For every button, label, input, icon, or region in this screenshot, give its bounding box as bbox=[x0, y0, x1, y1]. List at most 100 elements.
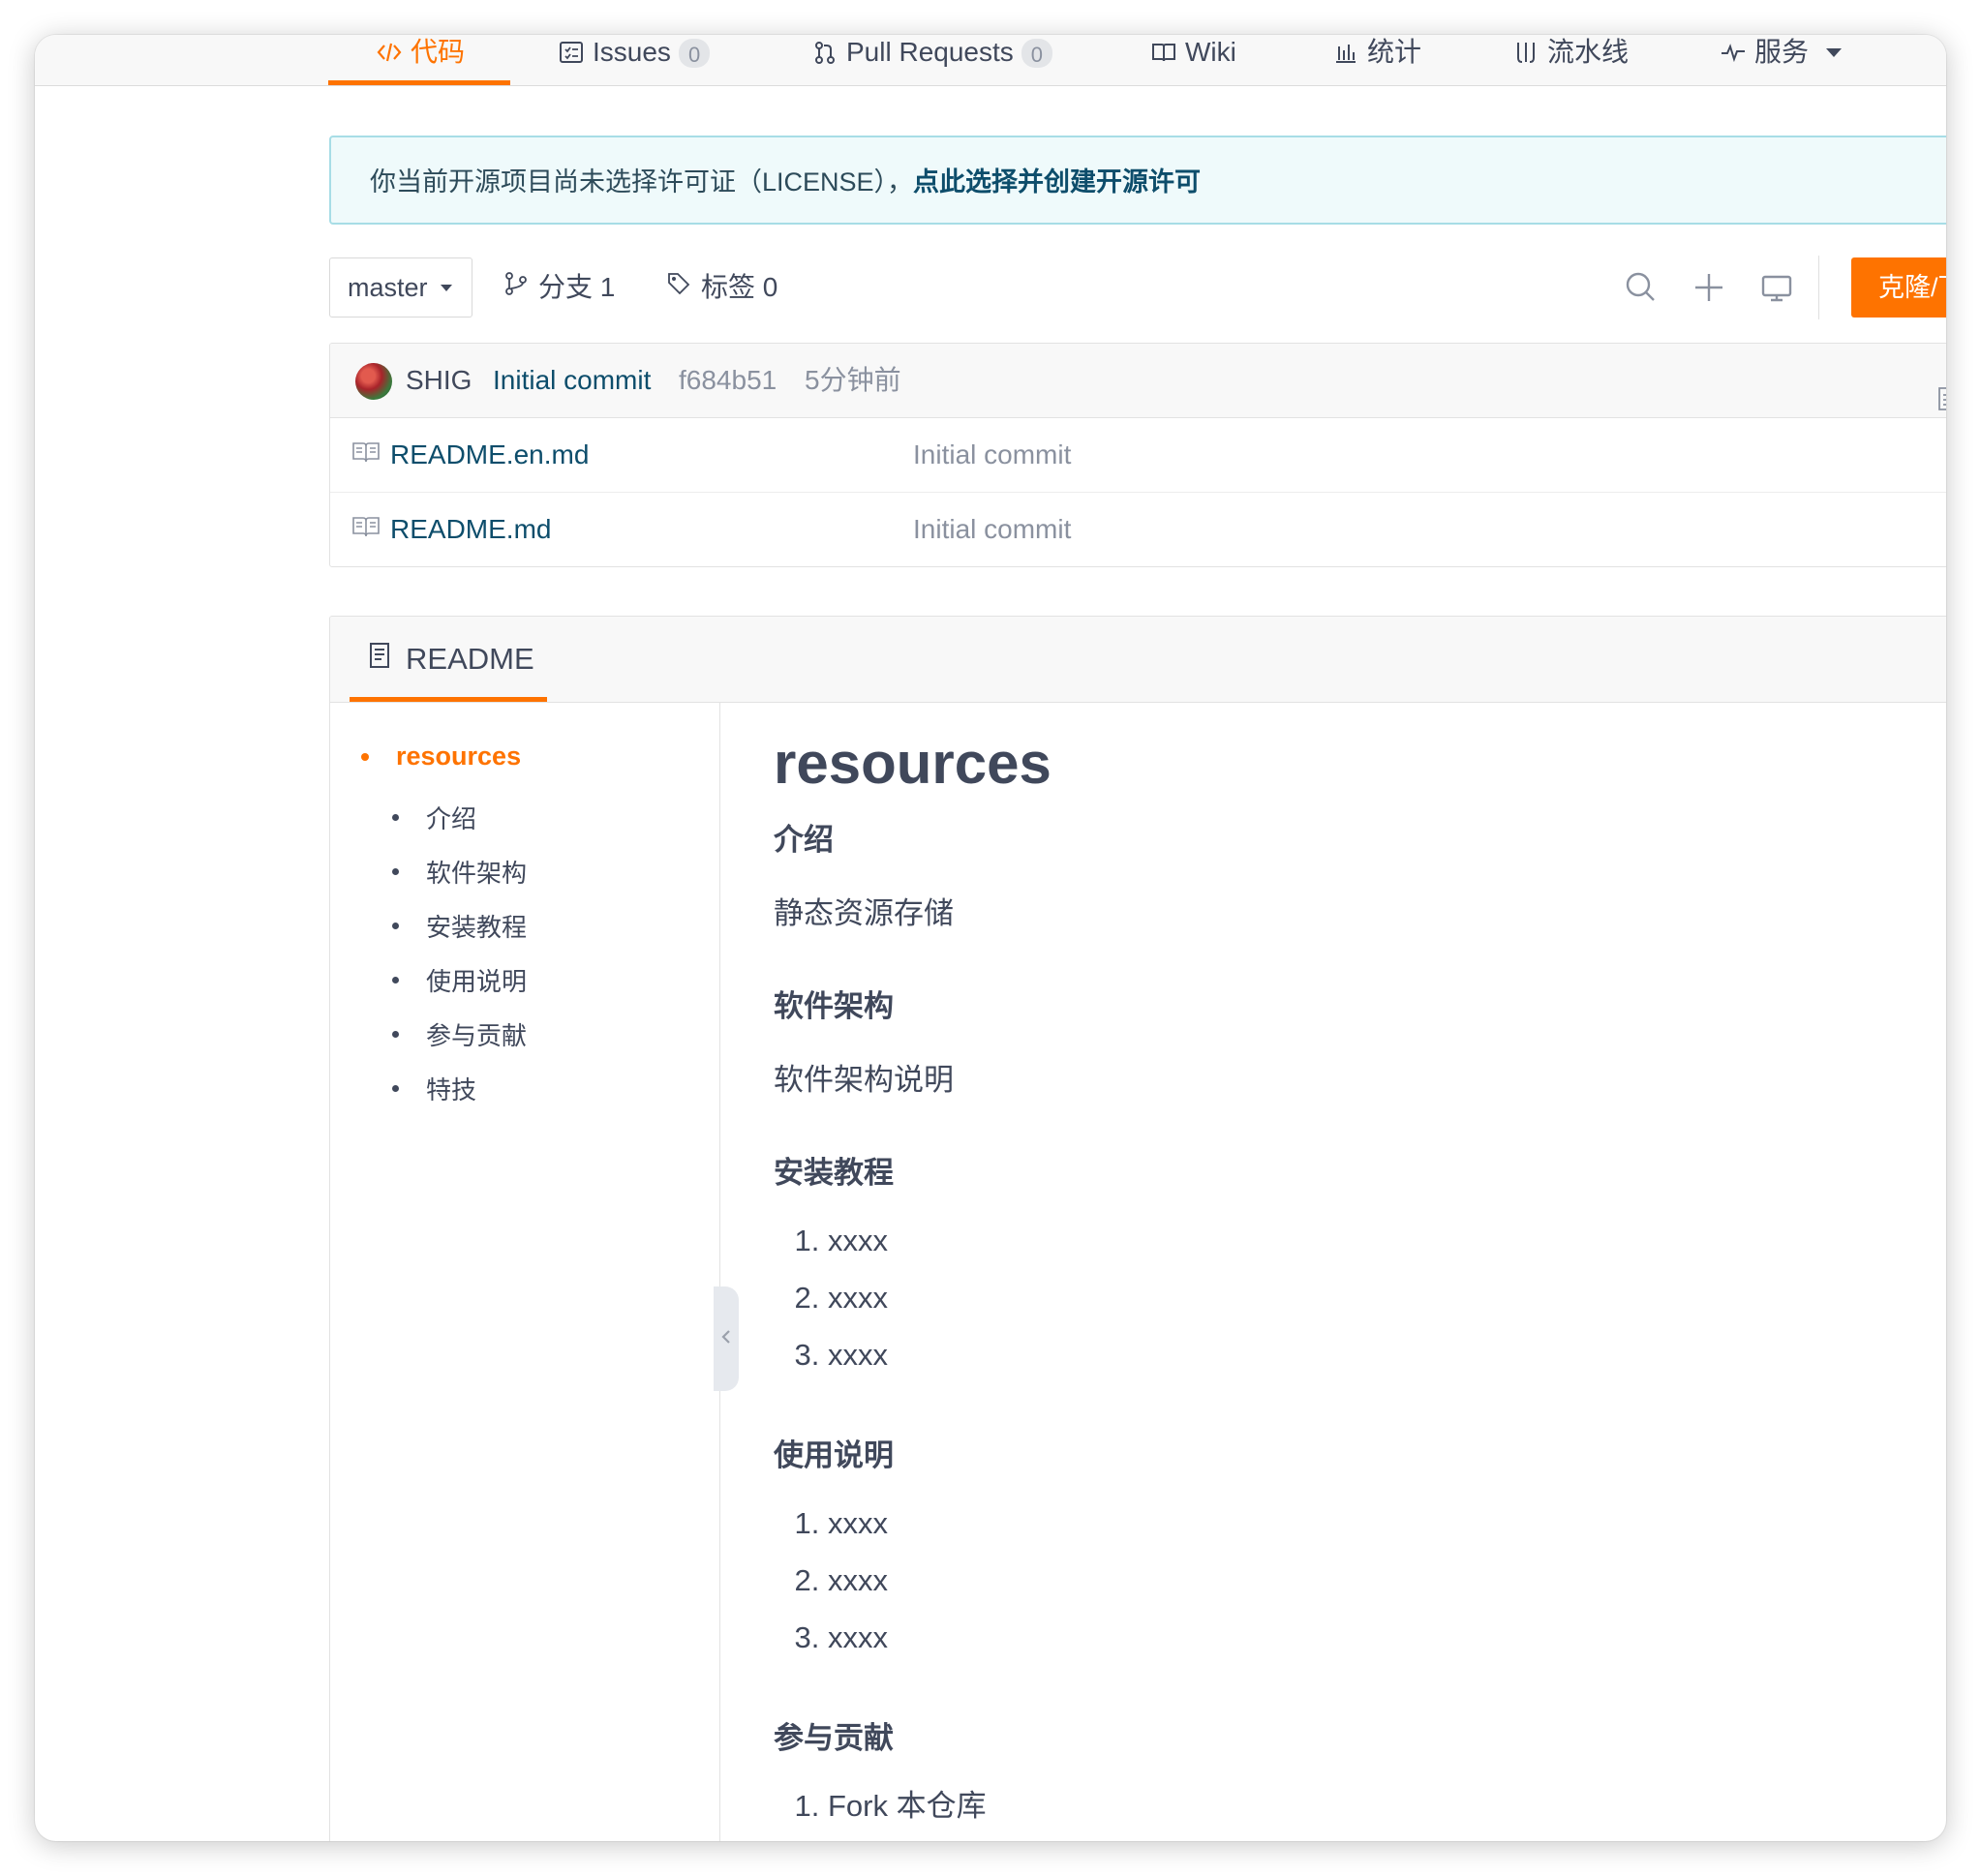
tab-code[interactable]: 代码 bbox=[376, 35, 465, 85]
branches-link[interactable]: 分支 1 bbox=[503, 257, 615, 318]
toc-item[interactable]: 参与贡献 bbox=[392, 1016, 527, 1052]
tab-pull-requests-label: Pull Requests bbox=[846, 37, 1014, 67]
section-heading-architecture: 软件架构 bbox=[774, 989, 894, 1023]
tag-icon bbox=[666, 257, 691, 318]
add-icon[interactable] bbox=[1691, 269, 1727, 306]
tab-wiki-label: Wiki bbox=[1185, 37, 1236, 67]
table-row[interactable]: README.md Initial commit 5 bbox=[330, 493, 1946, 566]
tab-wiki[interactable]: Wiki bbox=[1150, 35, 1236, 85]
list-item: xxxx bbox=[828, 1495, 888, 1552]
toc-item[interactable]: 使用说明 bbox=[392, 962, 527, 998]
usage-steps-list: xxxx xxxx xxxx bbox=[774, 1495, 888, 1666]
service-pulse-icon bbox=[1720, 39, 1747, 66]
pull-request-icon bbox=[811, 39, 838, 66]
pull-requests-count-badge: 0 bbox=[1021, 39, 1053, 68]
tab-stats[interactable]: 统计 bbox=[1332, 35, 1421, 85]
toc-item-label: 介绍 bbox=[426, 804, 477, 833]
web-ide-monitor-icon[interactable] bbox=[1758, 269, 1795, 306]
tab-issues[interactable]: Issues 0 bbox=[558, 35, 711, 85]
avatar[interactable] bbox=[355, 363, 392, 400]
tab-service[interactable]: 服务 bbox=[1720, 35, 1843, 85]
caret-down-icon bbox=[441, 285, 452, 291]
branch-select-value: master bbox=[348, 273, 428, 302]
browser-window: 代码 Issues 0 Pull Requests 0 Wiki 统计 流水线 … bbox=[35, 35, 1946, 1841]
toc-item[interactable]: 安装教程 bbox=[392, 908, 527, 944]
readme-tab[interactable]: README bbox=[350, 617, 547, 702]
toolbar-divider bbox=[1818, 256, 1819, 319]
list-item: xxxx bbox=[828, 1269, 888, 1326]
toc-item[interactable]: 特技 bbox=[392, 1071, 476, 1106]
file-commit-message[interactable]: Initial commit bbox=[913, 418, 1071, 492]
toc-root-label: resources bbox=[396, 741, 522, 771]
readme-tab-label: README bbox=[406, 642, 534, 676]
chevron-left-icon bbox=[719, 1327, 733, 1351]
bullet bbox=[392, 1031, 399, 1038]
file-link[interactable]: README.en.md bbox=[351, 418, 589, 492]
toc-item-label: 特技 bbox=[426, 1075, 477, 1104]
clone-download-button[interactable]: 克隆/下载 bbox=[1851, 257, 1946, 318]
search-icon[interactable] bbox=[1623, 269, 1660, 306]
tab-pipeline-label: 流水线 bbox=[1547, 37, 1630, 67]
tags-count: 标签 0 bbox=[701, 272, 778, 302]
toc-item[interactable]: 软件架构 bbox=[392, 854, 527, 890]
bullet bbox=[392, 977, 399, 983]
section-heading-install: 安装教程 bbox=[774, 1156, 894, 1190]
list-item: xxxx bbox=[828, 1552, 888, 1609]
file-link[interactable]: README.md bbox=[351, 493, 551, 566]
commit-hash[interactable]: f684b51 bbox=[679, 344, 777, 417]
list-item: Fork 本仓库 bbox=[828, 1777, 987, 1834]
license-notice-text: 你当前开源项目尚未选择许可证（LICENSE）， bbox=[370, 167, 914, 197]
intro-text: 静态资源存储 bbox=[774, 896, 954, 930]
tags-link[interactable]: 标签 0 bbox=[666, 257, 777, 318]
readme-content: resources 介绍 静态资源存储 软件架构 软件架构说明 安装教程 xxx… bbox=[774, 703, 1946, 1841]
readme-toc: resources 介绍 软件架构 安装教程 使用说明 参与贡献 特技 bbox=[330, 703, 720, 1841]
toc-item[interactable]: 介绍 bbox=[392, 800, 476, 835]
bullet bbox=[392, 814, 399, 821]
architecture-text: 软件架构说明 bbox=[774, 1063, 954, 1097]
tab-service-label: 服务 bbox=[1754, 37, 1810, 67]
commit-message[interactable]: Initial commit bbox=[493, 344, 651, 417]
latest-commit-row: SHIG Initial commit f684b51 5分钟前 1 bbox=[330, 344, 1946, 418]
list-item: xxxx bbox=[828, 1326, 888, 1383]
wiki-book-icon bbox=[1150, 39, 1177, 66]
toc-collapse-button[interactable] bbox=[714, 1286, 739, 1391]
toc-item-label: 安装教程 bbox=[426, 913, 528, 942]
pipeline-icon bbox=[1512, 39, 1539, 66]
commit-author[interactable]: SHIG bbox=[406, 344, 472, 417]
file-list: SHIG Initial commit f684b51 5分钟前 1 READM… bbox=[329, 343, 1946, 567]
file-name: README.md bbox=[390, 514, 552, 544]
tab-stats-label: 统计 bbox=[1367, 37, 1422, 67]
install-steps-list: xxxx xxxx xxxx bbox=[774, 1212, 888, 1383]
file-name: README.en.md bbox=[390, 439, 590, 469]
branches-count: 分支 1 bbox=[538, 272, 616, 302]
commit-time: 5分钟前 bbox=[805, 365, 901, 395]
bullet bbox=[392, 923, 399, 929]
table-row[interactable]: README.en.md Initial commit 5 bbox=[330, 418, 1946, 493]
contribute-steps-list: Fork 本仓库 bbox=[774, 1777, 987, 1834]
readme-panel: README resources 介绍 软件架构 安装教程 使用说明 参与贡献 … bbox=[329, 616, 1946, 1841]
tab-code-label: 代码 bbox=[411, 37, 466, 67]
active-tab-indicator bbox=[328, 80, 510, 85]
section-heading-usage: 使用说明 bbox=[774, 1438, 894, 1472]
toc-item-label: 使用说明 bbox=[426, 967, 528, 996]
toc-item-label: 参与贡献 bbox=[426, 1021, 528, 1050]
list-item: xxxx bbox=[828, 1609, 888, 1666]
license-notice: 你当前开源项目尚未选择许可证（LICENSE），点此选择并创建开源许可 bbox=[329, 136, 1946, 225]
bullet bbox=[361, 752, 369, 761]
readme-tab-indicator bbox=[350, 697, 547, 702]
code-icon bbox=[376, 39, 403, 66]
branch-select[interactable]: master bbox=[329, 257, 472, 318]
issues-icon bbox=[558, 39, 585, 66]
tab-pull-requests[interactable]: Pull Requests 0 bbox=[811, 35, 1053, 85]
issues-count-badge: 0 bbox=[678, 39, 711, 68]
file-commit-message[interactable]: Initial commit bbox=[913, 493, 1071, 566]
readme-file-icon bbox=[351, 418, 381, 492]
toc-item-resources[interactable]: resources bbox=[361, 741, 521, 772]
tab-issues-label: Issues bbox=[593, 37, 671, 67]
stats-icon bbox=[1332, 39, 1359, 66]
readme-file-icon bbox=[351, 493, 381, 566]
create-license-link[interactable]: 点此选择并创建开源许可 bbox=[913, 167, 1201, 197]
toc-item-label: 软件架构 bbox=[426, 859, 528, 888]
readme-title: resources bbox=[774, 731, 1051, 796]
tab-pipeline[interactable]: 流水线 bbox=[1512, 35, 1629, 85]
